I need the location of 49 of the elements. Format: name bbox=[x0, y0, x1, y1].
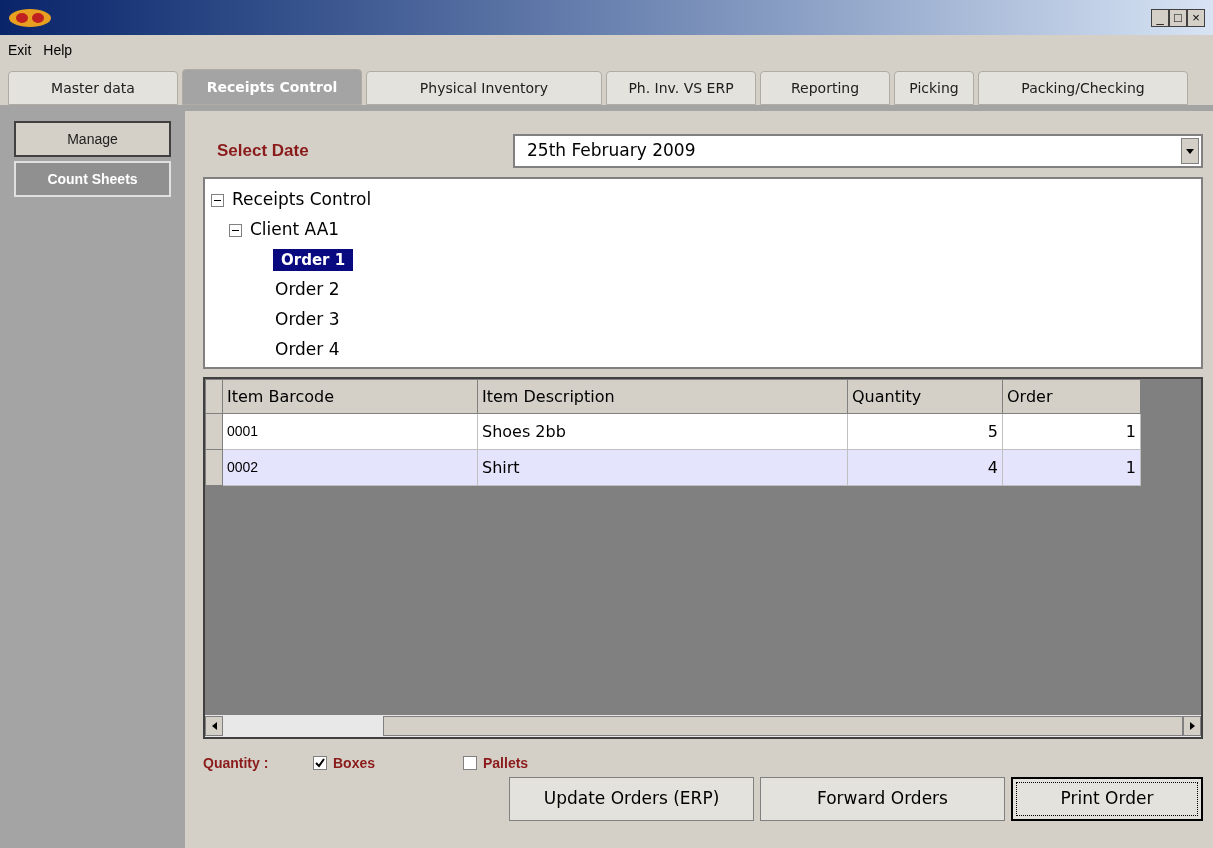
collapse-toggle-icon[interactable] bbox=[229, 223, 242, 237]
action-button[interactable]: Print Order bbox=[1011, 777, 1203, 821]
tree-item[interactable]: Order 3 bbox=[273, 307, 342, 333]
tree-item[interactable]: Client AA1 bbox=[248, 217, 342, 243]
tab[interactable]: Physical Inventory bbox=[366, 71, 602, 105]
checkbox[interactable] bbox=[313, 756, 327, 770]
app-logo-icon bbox=[8, 7, 52, 28]
checkbox-label: Boxes bbox=[333, 753, 376, 773]
tree-item[interactable]: Order 1 bbox=[273, 248, 354, 272]
column-header[interactable]: Item Description bbox=[477, 379, 848, 414]
quantity-label: Quantity : bbox=[203, 753, 270, 773]
tree-item[interactable]: Order 4 bbox=[273, 337, 342, 363]
checkbox-label: Pallets bbox=[483, 753, 529, 773]
tab[interactable]: Ph. Inv. VS ERP bbox=[606, 71, 756, 105]
row-header[interactable] bbox=[205, 449, 223, 486]
table-cell: Shirt bbox=[477, 449, 848, 486]
menu-item[interactable]: Exit bbox=[8, 39, 32, 61]
action-button[interactable]: Update Orders (ERP) bbox=[509, 777, 754, 821]
table-cell: 1 bbox=[1002, 413, 1141, 450]
table-cell: 4 bbox=[847, 449, 1003, 486]
sidebar-item[interactable]: Manage bbox=[14, 121, 171, 157]
tree-item[interactable]: Receipts Control bbox=[230, 187, 374, 213]
window-control-button[interactable]: □ bbox=[1169, 8, 1187, 27]
window-control-button[interactable]: _ bbox=[1151, 8, 1169, 27]
window-control-button[interactable]: × bbox=[1187, 8, 1205, 27]
table-cell: 0002 bbox=[222, 449, 478, 486]
table-cell: 0001 bbox=[222, 413, 478, 450]
table-cell: 1 bbox=[1002, 449, 1141, 486]
tab[interactable]: Reporting bbox=[760, 71, 890, 105]
collapse-toggle-icon[interactable] bbox=[211, 193, 224, 207]
tree-item[interactable]: Order 2 bbox=[273, 277, 342, 303]
tab[interactable]: Packing/Checking bbox=[978, 71, 1188, 105]
menu-item[interactable]: Help bbox=[43, 39, 73, 61]
table-cell: 5 bbox=[847, 413, 1003, 450]
action-button[interactable]: Forward Orders bbox=[760, 777, 1005, 821]
table-cell: Shoes 2bb bbox=[477, 413, 848, 450]
tab[interactable]: Master data bbox=[8, 71, 178, 105]
row-header[interactable] bbox=[205, 413, 223, 450]
column-header[interactable]: Item Barcode bbox=[222, 379, 478, 414]
checkbox[interactable] bbox=[463, 756, 477, 770]
select-date-label: Select Date bbox=[216, 140, 310, 163]
column-header[interactable]: Order bbox=[1002, 379, 1141, 414]
table-row[interactable]: 0001 Shoes 2bb 5 1 bbox=[205, 413, 1141, 450]
date-dropdown[interactable]: 25th February 2009 bbox=[513, 134, 1203, 168]
scroll-right-icon[interactable] bbox=[1183, 716, 1201, 736]
table-row[interactable]: 0002 Shirt 4 1 bbox=[205, 449, 1141, 486]
column-header[interactable]: Quantity bbox=[847, 379, 1003, 414]
scroll-left-icon[interactable] bbox=[205, 716, 223, 736]
tab[interactable]: Picking bbox=[894, 71, 974, 105]
